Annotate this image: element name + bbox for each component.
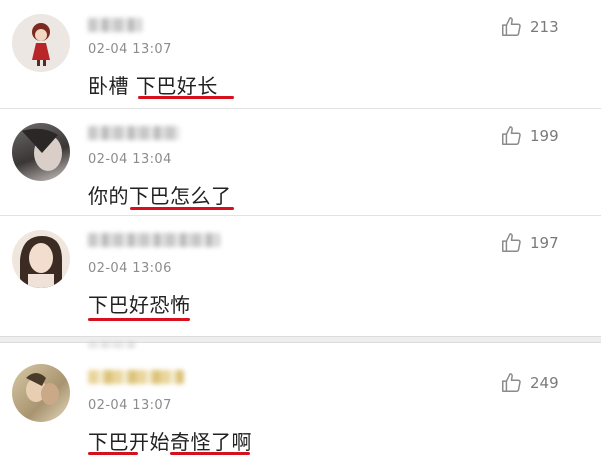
thumbs-up-icon [500, 16, 522, 38]
thumbs-up-icon [500, 125, 522, 147]
comment-text: 下巴好恐怖 [88, 293, 191, 317]
comment-time: 02-04 13:07 [88, 398, 172, 413]
comment-item: 02-04 13:04 你的下巴怎么了 199 [0, 109, 601, 215]
like-button[interactable]: 197 [500, 232, 559, 254]
comment-text: 卧槽 下巴好长 [88, 74, 218, 98]
comment-item: 02-04 13:07 卧槽 下巴好长 213 [0, 0, 601, 108]
comment-item: 02-04 13:06 下巴好恐怖 197 [0, 216, 601, 336]
highlight-underline [88, 452, 138, 455]
username-blurred[interactable] [88, 370, 184, 384]
like-count: 249 [530, 374, 559, 392]
avatar[interactable] [12, 14, 70, 72]
username-blurred[interactable] [88, 233, 220, 247]
like-count: 197 [530, 234, 559, 252]
username-blurred[interactable] [88, 126, 180, 140]
username-blurred[interactable] [88, 18, 142, 32]
comment-time: 02-04 13:04 [88, 152, 172, 167]
thumbs-up-icon [500, 232, 522, 254]
like-button[interactable]: 249 [500, 372, 559, 394]
like-button[interactable]: 199 [500, 125, 559, 147]
avatar[interactable] [12, 364, 70, 422]
highlight-underline [170, 452, 250, 455]
comment-text: 你的下巴怎么了 [88, 184, 232, 208]
avatar[interactable] [12, 123, 70, 181]
comment-time: 02-04 13:07 [88, 42, 172, 57]
highlight-underline [130, 207, 234, 210]
comment-item: 02-04 13:07 下巴开始奇怪了啊 249 [0, 352, 601, 472]
thumbs-up-icon [500, 372, 522, 394]
avatar[interactable] [12, 230, 70, 288]
comment-text: 下巴开始奇怪了啊 [88, 430, 252, 454]
highlight-underline [138, 96, 234, 99]
highlight-underline [88, 318, 190, 321]
comment-time: 02-04 13:06 [88, 261, 172, 276]
username-blurred [88, 342, 136, 348]
like-count: 199 [530, 127, 559, 145]
like-count: 213 [530, 18, 559, 36]
like-button[interactable]: 213 [500, 16, 559, 38]
